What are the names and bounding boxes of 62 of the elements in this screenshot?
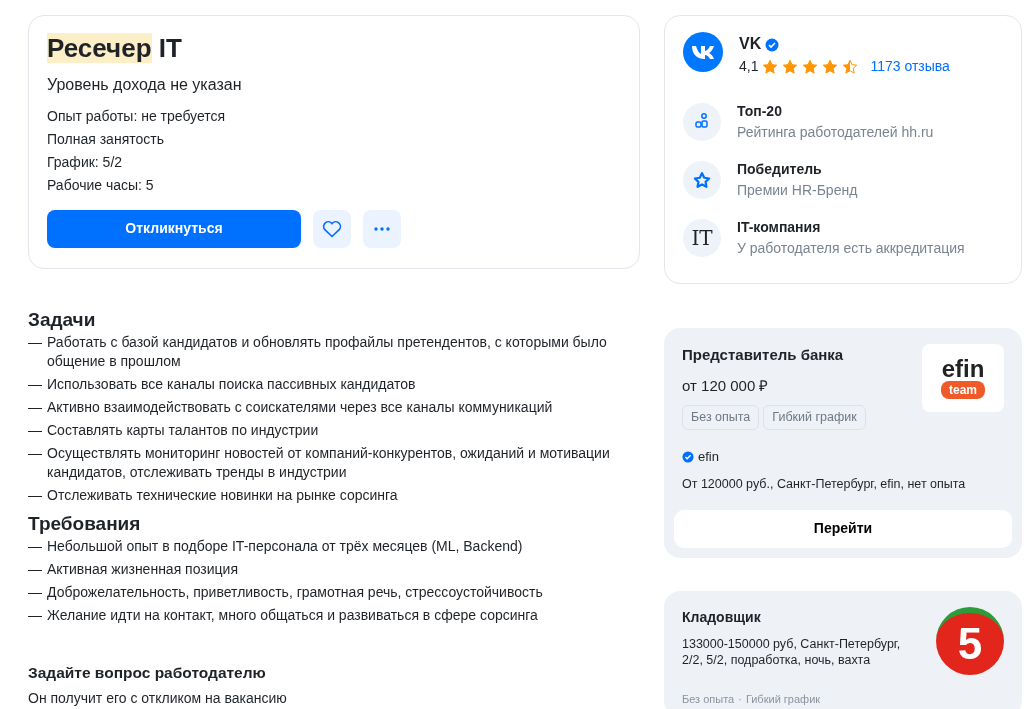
tag: Без опыта [682,405,760,430]
ad-description: От 120000 руб., Санкт-Петербург, efin, нет опыта [681,475,967,493]
list-dash: — [28,332,42,352]
list-dash: — [28,605,42,625]
section-heading: Требования [28,511,142,536]
list-item-text: Желание идти на контакт, много общаться и развиваться в сфере сорсинга [47,605,538,625]
tag: Гибкий график [745,690,821,707]
star-badge-icon [683,161,721,199]
detail-text: Полная занятость [47,129,165,148]
company-name: VK [739,34,762,54]
list-item-text: Отслеживать технические новинки на рынке сорсинга [47,485,398,505]
question-subtitle: Он получит его с откликом на вакансию [28,688,288,708]
tag: Без опыта [682,690,735,707]
section-heading: Задачи [28,307,97,332]
badge-title: IT-компания [737,218,822,237]
ad-title: Представитель банка [682,345,845,365]
list-item-text: Составлять карты талантов по индустрии [47,420,319,440]
detail-text: График: 5/2 [47,152,124,171]
ranking-icon [683,103,721,141]
detail-text: Рабочие часы: 5 [47,175,155,194]
tag-separator: · [738,691,742,707]
detail-text: Опыт работы: не требуется [47,106,227,125]
badge-title: Победитель [737,160,823,179]
employer-name: efin [698,447,719,466]
reviews-link[interactable]: 1173 отзыва [870,56,950,77]
rating-value: 4,1 [739,57,759,76]
badge-title: Топ-20 [737,102,783,121]
list-item-text: Небольшой опыт в подборе IT-персонала от трёх месяцев (ML, Backend) [47,536,523,556]
tag: Гибкий график [763,405,866,430]
heart-icon [322,219,342,238]
question-title: Задайте вопрос работодателю [28,662,267,683]
ad-description: 133000-150000 руб, Санкт-Петербург, 2/2, 5/2, подработка, ночь, вахта [682,635,902,668]
salary-text: Уровень дохода не указан [47,74,243,95]
more-icon [374,226,390,231]
list-item-text: Доброжелательность, приветливость, грамотная речь, стрессоустойчивость [47,582,543,602]
ad-title: Кладовщик [682,607,762,627]
more-button[interactable] [363,209,401,248]
badge-subtitle: Рейтинга работодателей hh.ru [737,123,934,142]
favorite-button[interactable] [313,209,351,248]
list-dash: — [28,536,42,556]
list-dash: — [28,559,42,579]
badge-subtitle: У работодателя есть аккредитация [737,239,965,258]
list-dash: — [28,582,42,602]
list-item-text: Осуществлять мониторинг новостей от компаний-конкурентов, ожиданий и мотивации кандидатов, отслеживать тренды в индустрии [47,443,611,482]
list-item-text: Работать с базой кандидатов и обновлять профайлы претендентов, с которыми было общение в прошлом [47,332,608,371]
go-button[interactable]: Перейти [674,509,1012,548]
list-dash: — [28,420,42,440]
vacancy-title: Ресечер IT [47,32,183,65]
list-dash: — [28,485,42,505]
list-item-text: Активно взаимодействовать с соискателями через все каналы коммуникаций [47,397,553,417]
company-logo [683,32,723,72]
list-dash: — [28,397,42,417]
company-logo: efin team [922,344,1004,412]
list-dash: — [28,374,42,394]
ad-salary: от 120 000 ₽ [682,375,770,396]
list-dash: — [28,443,42,463]
list-item-text: Активная жизненная позиция [47,559,238,579]
badge-subtitle: Премии HR-Бренд [737,181,858,200]
apply-button[interactable]: Откликнуться [47,209,301,248]
company-logo: 5 [936,606,1004,675]
list-item-text: Использовать все каналы поиска пассивных кандидатов [47,374,416,394]
it-icon: IT [683,219,721,257]
